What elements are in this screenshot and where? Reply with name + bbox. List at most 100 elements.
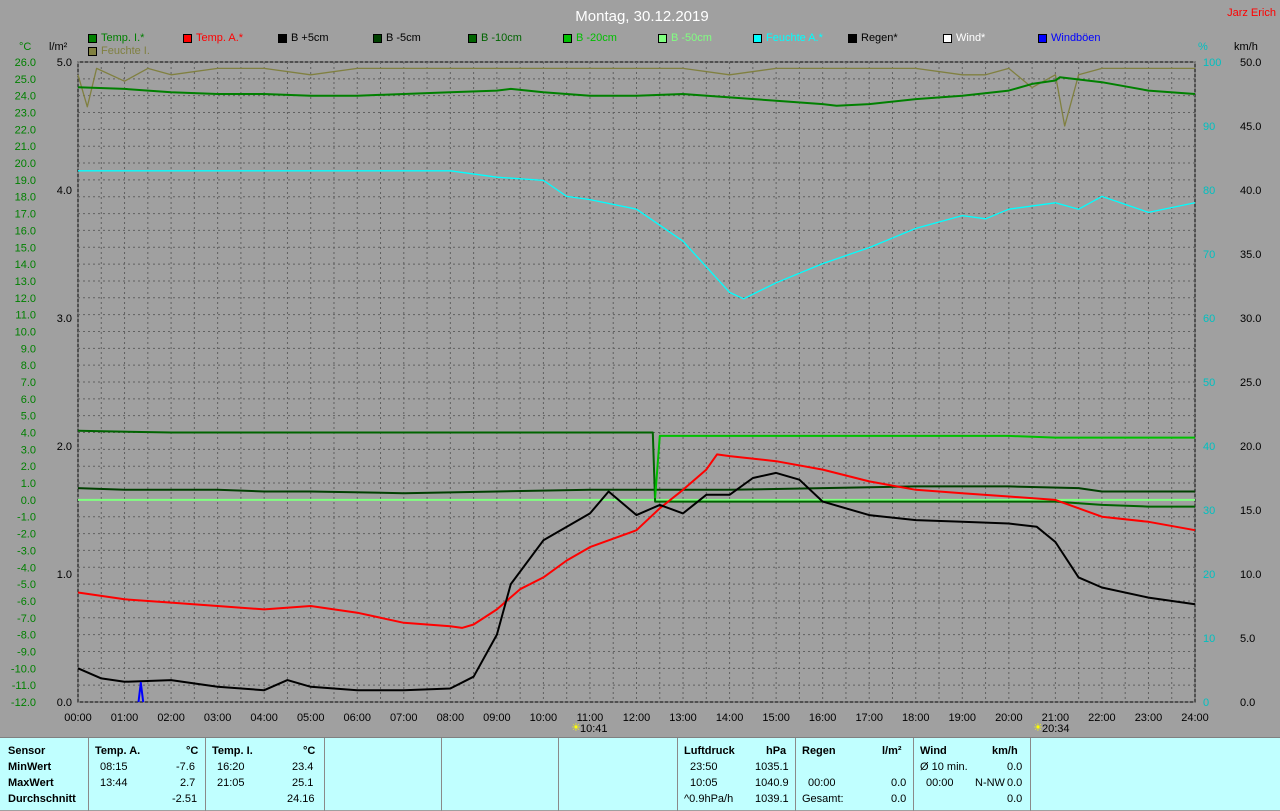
legend-swatch	[753, 33, 762, 43]
temp-tick-label: 10.0	[15, 326, 36, 338]
temp-tick-label: 26.0	[15, 57, 36, 69]
temp-i-min-value: 23.4	[292, 761, 314, 773]
legend-label: B -20cm	[576, 32, 617, 44]
temp-i-unit: °C	[303, 745, 316, 757]
statistics-footer: Sensor MinWert MaxWert Durchschnitt Temp…	[0, 737, 1280, 811]
legend-label: B -50cm	[671, 32, 712, 44]
temp-a-avg-value: -2.51	[172, 793, 198, 805]
hour-tick-label: 19:00	[949, 712, 977, 724]
temp-tick-label: 21.0	[15, 141, 36, 153]
pressure-max-time: 10:05	[690, 777, 718, 789]
legend-item: Windböen	[1038, 31, 1101, 45]
temp-a-max-value: 2.7	[180, 777, 196, 789]
temp-a-header: Temp. A.	[95, 745, 141, 757]
temp-tick-label: 5.0	[21, 411, 36, 423]
wind-tick-label: 0.0	[1240, 697, 1255, 709]
temp-tick-label: 16.0	[15, 225, 36, 237]
legend-item: Regen*	[848, 31, 898, 45]
legend-swatch	[373, 33, 382, 43]
legend-label: Wind*	[956, 32, 986, 44]
divider	[1030, 738, 1031, 811]
temp-tick-label: 17.0	[15, 209, 36, 221]
temp-tick-label: 7.0	[21, 377, 36, 389]
temp-tick-label: 14.0	[15, 259, 36, 271]
divider	[205, 738, 206, 811]
rain-max-time: 00:00	[808, 777, 836, 789]
temp-tick-label: 1.0	[21, 478, 36, 490]
sunset-time: 20:34	[1042, 723, 1070, 735]
wind-tick-label: 10.0	[1240, 569, 1261, 581]
wind-tick-label: 30.0	[1240, 313, 1261, 325]
unit-rain: l/m²	[49, 41, 68, 53]
divider	[441, 738, 442, 811]
pressure-trend: ^0.9hPa/h	[684, 793, 734, 805]
divider	[677, 738, 678, 811]
hour-tick-label: 24:00	[1181, 712, 1209, 724]
pressure-max-value: 1040.9	[755, 777, 789, 789]
legend-item: Temp. A.*	[183, 31, 243, 45]
humidity-tick-label: 60	[1203, 313, 1215, 325]
temp-tick-label: 3.0	[21, 444, 36, 456]
temp-a-min-value: -7.6	[176, 761, 195, 773]
wind-tick-label: 25.0	[1240, 377, 1261, 389]
min-row-label: MinWert	[8, 761, 52, 773]
temp-tick-label: 20.0	[15, 158, 36, 170]
humidity-tick-label: 100	[1203, 57, 1221, 69]
rain-tick-label: 1.0	[57, 569, 72, 581]
legend-item: B -20cm	[563, 31, 617, 45]
temp-a-unit: °C	[186, 745, 199, 757]
temp-tick-label: 13.0	[15, 276, 36, 288]
hour-tick-label: 08:00	[437, 712, 465, 724]
temp-tick-label: -6.0	[17, 596, 36, 608]
temp-tick-label: 22.0	[15, 124, 36, 136]
temp-tick-label: 25.0	[15, 74, 36, 86]
hour-tick-label: 06:00	[343, 712, 371, 724]
weather-chart: Montag, 30.12.2019 Jarz Erich °C l/m² % …	[0, 0, 1280, 737]
humidity-tick-label: 20	[1203, 569, 1215, 581]
humidity-tick-label: 0	[1203, 697, 1209, 709]
divider	[795, 738, 796, 811]
avg-row-label: Durchschnitt	[8, 793, 76, 805]
temp-tick-label: 15.0	[15, 242, 36, 254]
wind-tick-label: 20.0	[1240, 441, 1261, 453]
rain-max-value: 0.0	[891, 777, 907, 789]
legend-swatch	[183, 33, 192, 43]
hour-tick-label: 05:00	[297, 712, 325, 724]
legend-swatch	[1038, 33, 1047, 43]
humidity-tick-label: 10	[1203, 633, 1215, 645]
wind-tick-label: 5.0	[1240, 633, 1255, 645]
hour-tick-label: 15:00	[762, 712, 790, 724]
temp-i-max-time: 21:05	[217, 777, 245, 789]
temp-tick-label: 12.0	[15, 293, 36, 305]
temp-tick-label: 11.0	[15, 310, 36, 322]
legend-item: Temp. I.*	[88, 31, 144, 45]
wind-header: Wind	[920, 745, 947, 757]
legend-label: Feuchte A.*	[766, 32, 823, 44]
hour-tick-label: 09:00	[483, 712, 511, 724]
wind-max-value: 0.0	[1007, 777, 1023, 789]
humidity-tick-label: 90	[1203, 121, 1215, 133]
wind-max-direction: N-NW	[975, 777, 1005, 789]
grid	[77, 61, 1196, 703]
temp-tick-label: 19.0	[15, 175, 36, 187]
temp-tick-label: -3.0	[17, 545, 36, 557]
legend-label: Temp. A.*	[196, 32, 244, 44]
legend-item: Feuchte I.	[88, 44, 150, 58]
temp-tick-label: -4.0	[17, 562, 36, 574]
temp-tick-label: -2.0	[17, 529, 36, 541]
legend-swatch	[468, 33, 477, 43]
temp-tick-label: -1.0	[17, 512, 36, 524]
temp-tick-label: 8.0	[21, 360, 36, 372]
rain-tick-label: 5.0	[57, 57, 72, 69]
wind-tick-label: 35.0	[1240, 249, 1261, 261]
rain-unit: l/m²	[882, 745, 902, 757]
max-row-label: MaxWert	[8, 777, 54, 789]
pressure-unit: hPa	[766, 745, 787, 757]
pressure-avg-value: 1039.1	[755, 793, 789, 805]
humidity-tick-label: 50	[1203, 377, 1215, 389]
wind-tick-label: 40.0	[1240, 185, 1261, 197]
hour-tick-label: 07:00	[390, 712, 418, 724]
temp-tick-label: 23.0	[15, 108, 36, 120]
divider	[88, 738, 89, 811]
rain-tick-label: 0.0	[57, 697, 72, 709]
